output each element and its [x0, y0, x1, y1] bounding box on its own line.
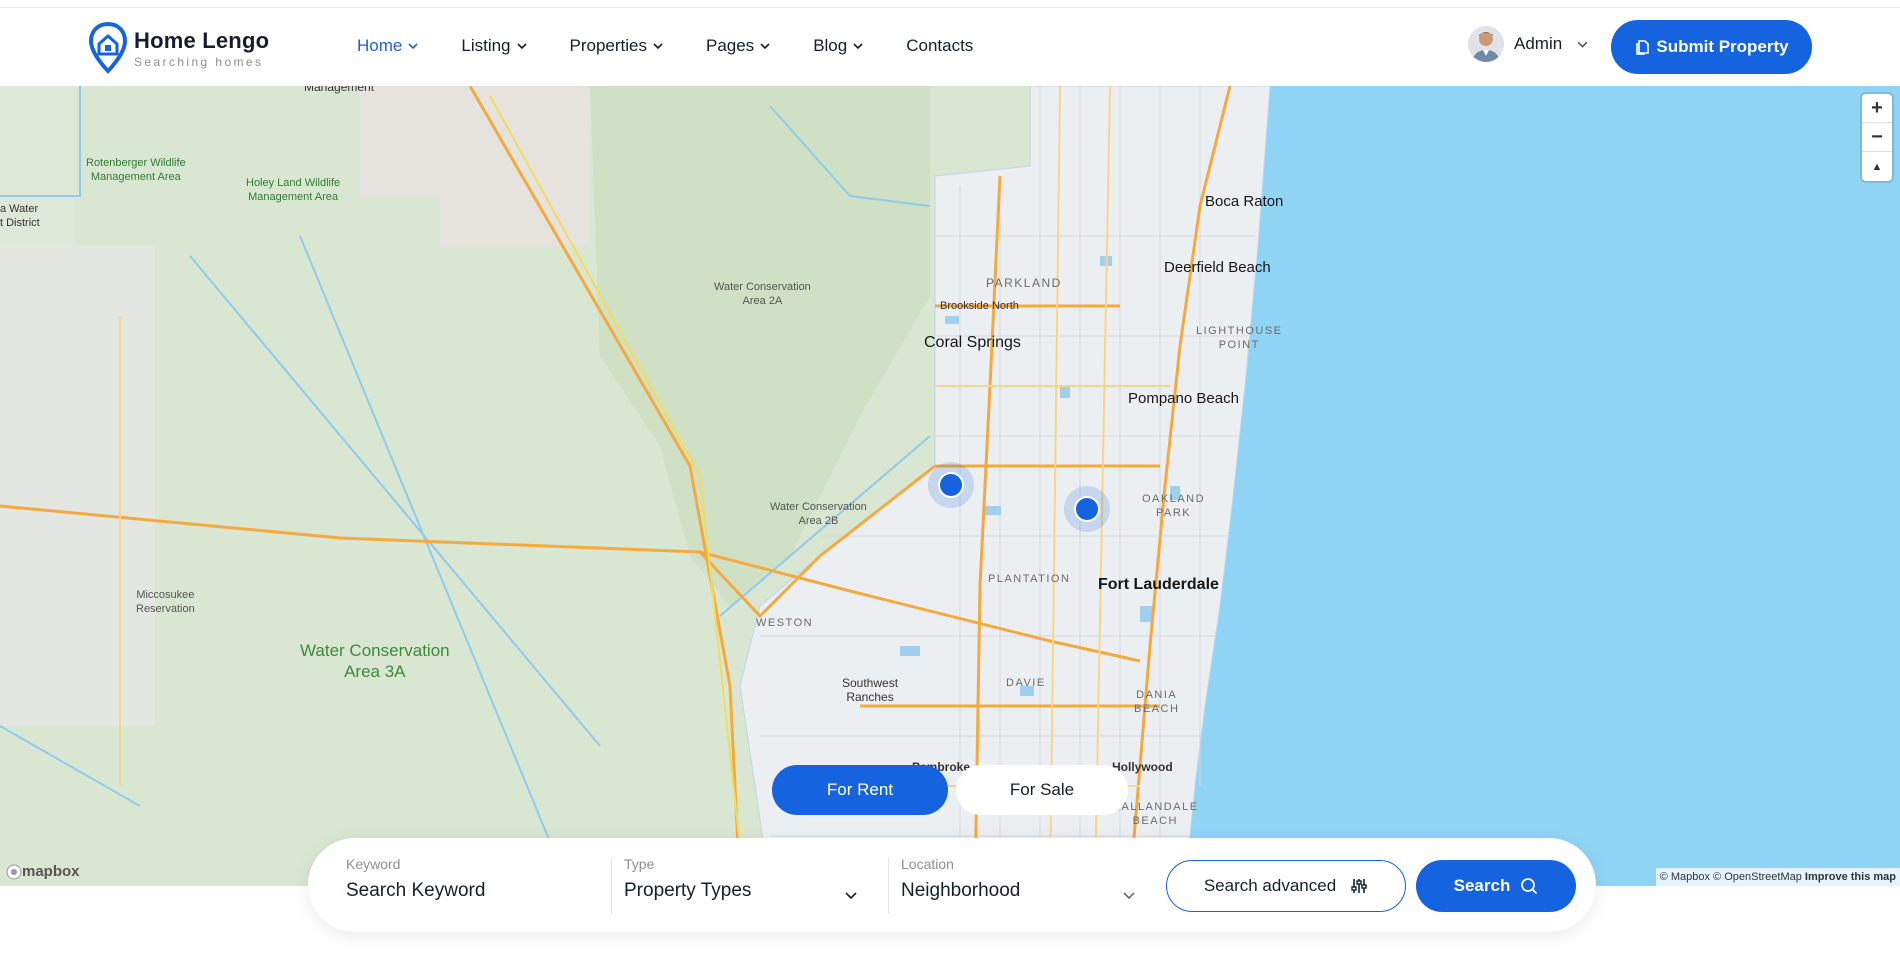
zoom-in-button[interactable]: +: [1862, 94, 1892, 123]
nav-properties[interactable]: Properties: [570, 36, 664, 56]
listing-type-tabs: For Rent For Sale: [772, 765, 1128, 815]
reset-bearing-button[interactable]: ▲: [1862, 152, 1892, 181]
map-label-deerfield-beach: Deerfield Beach: [1164, 259, 1271, 276]
admin-menu[interactable]: Admin: [1468, 26, 1589, 62]
admin-label: Admin: [1514, 34, 1563, 53]
map-label-lighthouse-point: LIGHTHOUSE POINT: [1196, 325, 1283, 351]
nav-pages[interactable]: Pages: [706, 36, 771, 56]
nav-pages-label: Pages: [705, 36, 755, 55]
keyword-label: Keyword: [346, 856, 401, 872]
mapbox-logo[interactable]: mapbox: [6, 863, 80, 880]
search-advanced-button[interactable]: Search advanced: [1166, 860, 1406, 912]
avatar: [1468, 26, 1504, 62]
search-bar: Keyword Search Keyword Type Property Typ…: [308, 838, 1596, 932]
mapbox-icon: [6, 864, 22, 879]
nav-properties-label: Properties: [569, 36, 647, 55]
site-header: Home Lengo Searching homes Home Listing …: [0, 8, 1900, 86]
map-label-coral-springs: Coral Springs: [924, 334, 1021, 351]
location-value: Neighborhood: [901, 880, 1021, 901]
type-value: Property Types: [624, 880, 752, 901]
map-label-weston: WESTON: [756, 617, 814, 629]
map-label-water-district: a Water t District: [0, 203, 40, 229]
keyword-input[interactable]: Search Keyword: [346, 880, 596, 902]
tab-for-rent[interactable]: For Rent: [772, 765, 948, 815]
chevron-down-icon: [760, 43, 770, 50]
map-label-oakland-park: OAKLAND PARK: [1142, 493, 1206, 519]
sliders-icon: [1351, 879, 1367, 893]
improve-map-link[interactable]: Improve this map: [1805, 871, 1896, 883]
map-label-boca-raton: Boca Raton: [1205, 193, 1284, 210]
location-select[interactable]: Location Neighborhood: [901, 856, 1141, 914]
map-label-parkland: PARKLAND: [986, 276, 1062, 290]
logo-name: Home Lengo: [134, 27, 270, 53]
nav-blog-label: Blog: [813, 36, 848, 55]
map-label-southwest-ranches: Southwest Ranches: [842, 676, 899, 704]
divider: [611, 858, 612, 914]
chevron-down-icon: [1123, 892, 1135, 899]
avatar-person-icon: [1468, 26, 1504, 62]
search-icon: [1521, 878, 1538, 895]
divider: [888, 858, 889, 914]
attribution-text[interactable]: © Mapbox © OpenStreetMap: [1660, 871, 1802, 883]
map-label-plantation: PLANTATION: [988, 573, 1071, 585]
mapbox-logo-text: mapbox: [22, 863, 80, 880]
chevron-down-icon: [408, 43, 418, 50]
map-label-fort-lauderdale: Fort Lauderdale: [1098, 576, 1219, 593]
map-label-wca-2b: Water Conservation Area 2B: [770, 501, 867, 527]
chevron-down-icon: [653, 43, 663, 50]
nav-home-label: Home: [357, 36, 403, 55]
property-marker[interactable]: [1074, 496, 1100, 522]
logo-tagline: Searching homes: [134, 54, 264, 69]
chevron-down-icon: [853, 43, 863, 50]
map-label-management: Management: [304, 86, 375, 94]
search-button-label: Search: [1453, 876, 1511, 895]
search-advanced-label: Search advanced: [1203, 876, 1337, 895]
map-label-wca-2a: Water Conservation Area 2A: [714, 281, 811, 307]
nav-home[interactable]: Home: [357, 36, 419, 56]
map-label-rotenberger: Rotenberger Wildlife Management Area: [86, 157, 186, 183]
zoom-controls: + − ▲: [1862, 94, 1892, 181]
submit-property-button[interactable]: Submit Property: [1611, 20, 1812, 74]
nav-blog[interactable]: Blog: [813, 36, 864, 56]
map-attribution: © Mapbox © OpenStreetMap Improve this ma…: [1655, 868, 1900, 886]
tab-for-sale[interactable]: For Sale: [956, 765, 1128, 815]
type-select[interactable]: Type Property Types: [624, 856, 864, 914]
submit-property-label: Submit Property: [1656, 37, 1789, 56]
chevron-down-icon: [516, 43, 527, 50]
chevron-down-icon: [845, 892, 857, 900]
keyword-field[interactable]: Keyword Search Keyword: [346, 856, 596, 914]
search-button[interactable]: Search: [1416, 860, 1576, 912]
map-label-dania-beach: DANIA BEACH: [1134, 689, 1180, 715]
map-label-pompano-beach: Pompano Beach: [1128, 390, 1239, 407]
nav-contacts[interactable]: Contacts: [906, 36, 973, 56]
type-label: Type: [624, 856, 655, 872]
logo-house-icon: [88, 22, 128, 74]
main-nav: Home Listing Properties Pages Blog Conta…: [357, 36, 1015, 56]
nav-listing-label: Listing: [461, 36, 511, 55]
document-icon: [1636, 40, 1650, 55]
map-label-holey-land: Holey Land Wildlife Management Area: [246, 177, 341, 203]
property-marker[interactable]: [938, 472, 964, 498]
map-label-davie: DAVIE: [1006, 677, 1046, 689]
top-border: [0, 0, 1900, 8]
nav-contacts-label: Contacts: [906, 36, 974, 55]
nav-listing[interactable]: Listing: [461, 36, 527, 56]
logo[interactable]: Home Lengo Searching homes: [88, 22, 269, 74]
map-label-wca-3a: Water Conservation Area 3A: [300, 641, 450, 681]
location-label: Location: [901, 856, 954, 872]
map-label-miccosukee: Miccosukee Reservation: [136, 589, 195, 615]
zoom-out-button[interactable]: −: [1862, 123, 1892, 152]
chevron-down-icon: [1577, 41, 1588, 48]
map-label-brookside: Brookside North: [940, 300, 1019, 312]
